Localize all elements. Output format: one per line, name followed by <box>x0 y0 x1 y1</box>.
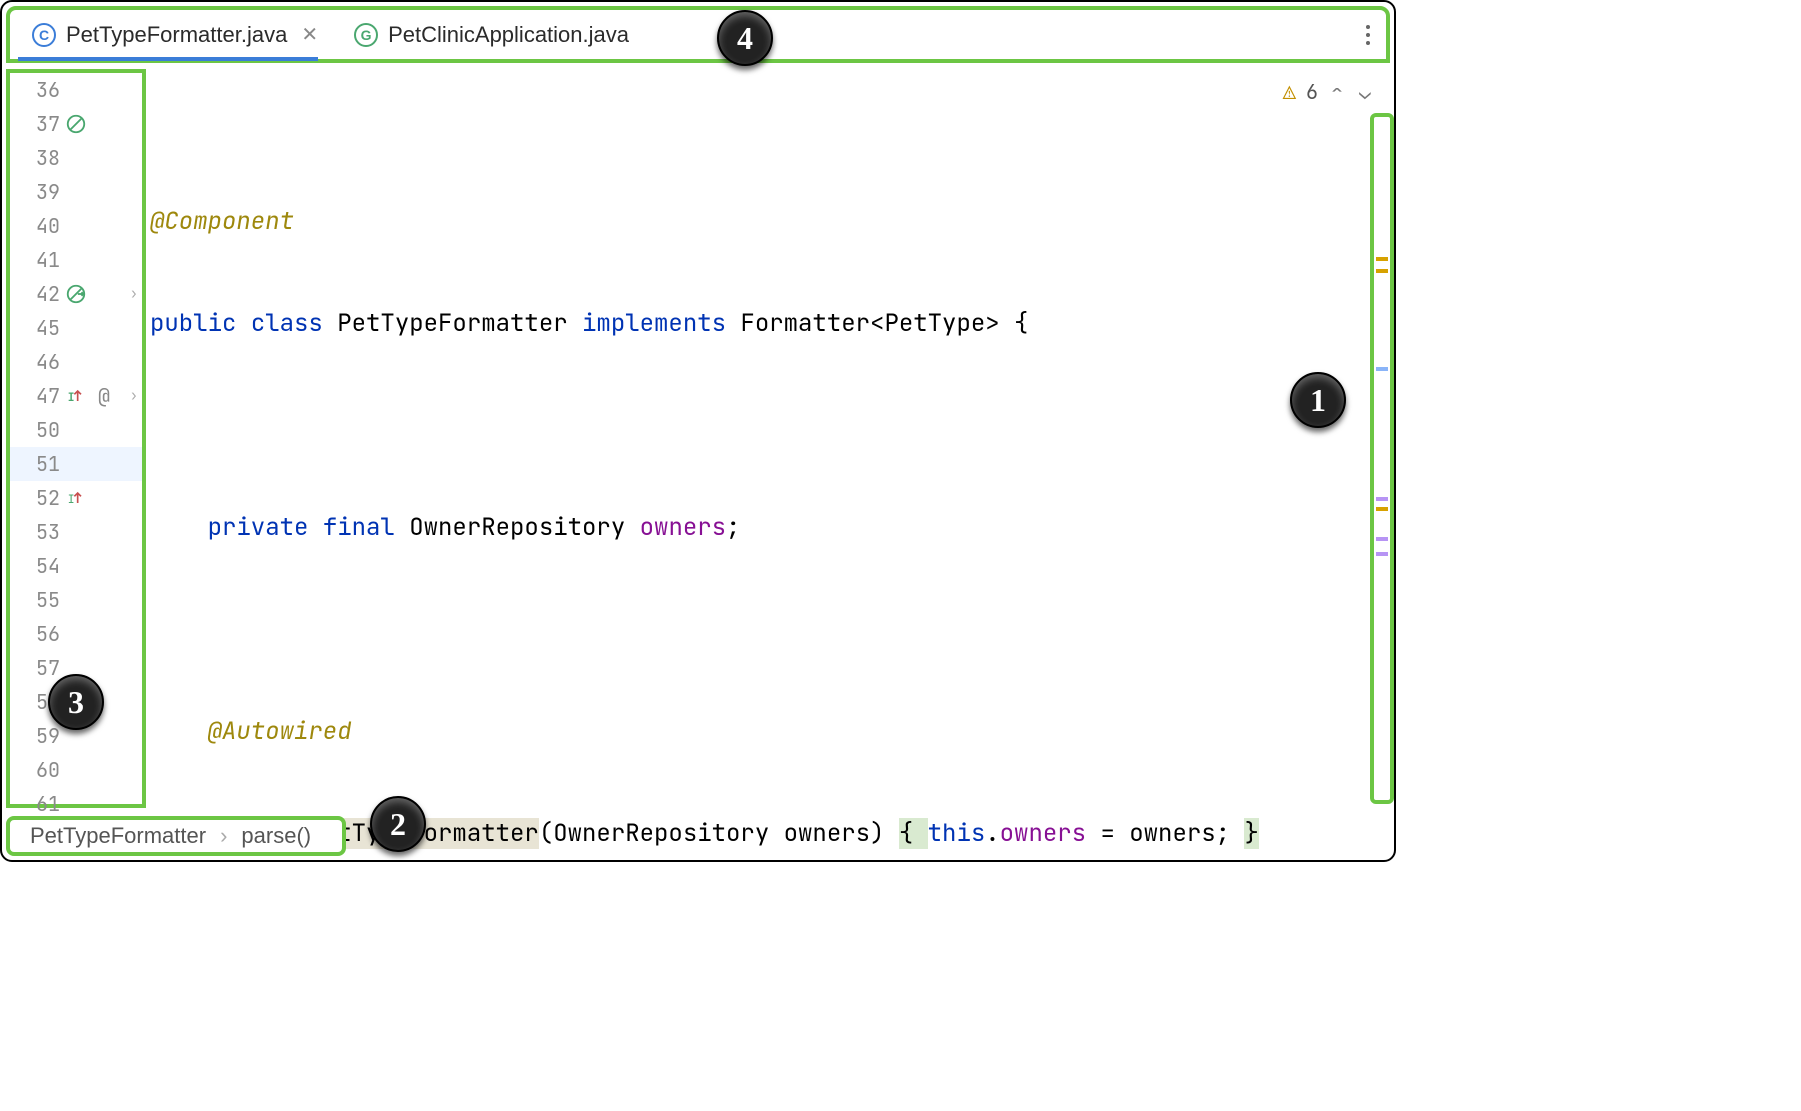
at-icon[interactable]: @ <box>92 384 116 408</box>
scrollbar-marks[interactable] <box>1370 113 1394 804</box>
tab-petclinicapplication[interactable]: G PetClinicApplication.java <box>338 12 645 58</box>
scrollbar-mark[interactable] <box>1376 552 1388 556</box>
line-number: 47 <box>30 383 60 409</box>
line-number: 45 <box>30 315 60 341</box>
line-number: 54 <box>30 553 60 579</box>
breadcrumb-class[interactable]: PetTypeFormatter <box>30 823 206 849</box>
fold-icon[interactable]: › <box>130 387 138 405</box>
chevron-up-icon[interactable]: ⌃ <box>1328 75 1346 109</box>
warning-count: 6 <box>1306 75 1318 109</box>
callout-3: 3 <box>48 674 104 730</box>
tab-label: PetTypeFormatter.java <box>66 22 287 48</box>
warning-icon: ⚠ <box>1283 75 1296 109</box>
tab-pettypeformatter[interactable]: C PetTypeFormatter.java ✕ <box>16 12 338 58</box>
code-editor[interactable]: ⚠ 6 ⌃ ⌄ @Component public class PetTypeF… <box>146 69 1394 808</box>
fold-icon[interactable]: › <box>130 285 138 303</box>
line-number: 53 <box>30 519 60 545</box>
line-number: 52 <box>30 485 60 511</box>
line-number: 59 <box>30 723 60 749</box>
line-number: 36 <box>30 77 60 103</box>
scrollbar-mark[interactable] <box>1376 269 1388 273</box>
editor-body: 36 37 38 39 40 41 42 › 45 46 47 I <box>2 63 1394 808</box>
close-icon[interactable]: ✕ <box>297 22 322 47</box>
active-tab-indicator <box>18 57 318 61</box>
line-number: 61 <box>30 791 60 817</box>
run-file-icon: G <box>354 23 378 47</box>
line-number: 51 <box>30 451 60 477</box>
svg-text:I: I <box>68 390 75 405</box>
line-number: 50 <box>30 417 60 443</box>
override-up-icon[interactable]: I <box>64 384 88 408</box>
breadcrumb-method[interactable]: parse() <box>241 823 311 849</box>
tab-menu-button[interactable] <box>1356 15 1380 55</box>
scrollbar-mark[interactable] <box>1376 367 1388 371</box>
line-number: 42 <box>30 281 60 307</box>
line-number: 38 <box>30 145 60 171</box>
line-number: 37 <box>30 111 60 137</box>
scrollbar-mark[interactable] <box>1376 497 1388 501</box>
line-number: 46 <box>30 349 60 375</box>
editor-tabs: C PetTypeFormatter.java ✕ G PetClinicApp… <box>6 6 1390 63</box>
callout-1: 1 <box>1290 372 1346 428</box>
line-number: 39 <box>30 179 60 205</box>
line-number: 41 <box>30 247 60 273</box>
chevron-right-icon: › <box>220 823 227 849</box>
line-number: 57 <box>30 655 60 681</box>
chevron-down-icon[interactable]: ⌄ <box>1356 75 1374 109</box>
callout-2: 2 <box>370 796 426 852</box>
line-number: 56 <box>30 621 60 647</box>
inspections-widget[interactable]: ⚠ 6 ⌃ ⌄ <box>1283 75 1374 109</box>
callout-4: 4 <box>717 10 773 66</box>
line-number: 40 <box>30 213 60 239</box>
line-number: 60 <box>30 757 60 783</box>
scrollbar-mark[interactable] <box>1376 257 1388 261</box>
skip-icon[interactable] <box>64 282 88 306</box>
tab-label: PetClinicApplication.java <box>388 22 629 48</box>
line-number: 55 <box>30 587 60 613</box>
override-up-icon[interactable]: I <box>64 486 88 510</box>
editor-window: C PetTypeFormatter.java ✕ G PetClinicApp… <box>0 0 1396 862</box>
svg-text:I: I <box>68 492 75 507</box>
breadcrumb[interactable]: PetTypeFormatter › parse() <box>6 816 346 856</box>
no-entry-icon[interactable] <box>64 112 88 136</box>
class-file-icon: C <box>32 23 56 47</box>
scrollbar-mark[interactable] <box>1376 537 1388 541</box>
scrollbar-mark[interactable] <box>1376 507 1388 511</box>
